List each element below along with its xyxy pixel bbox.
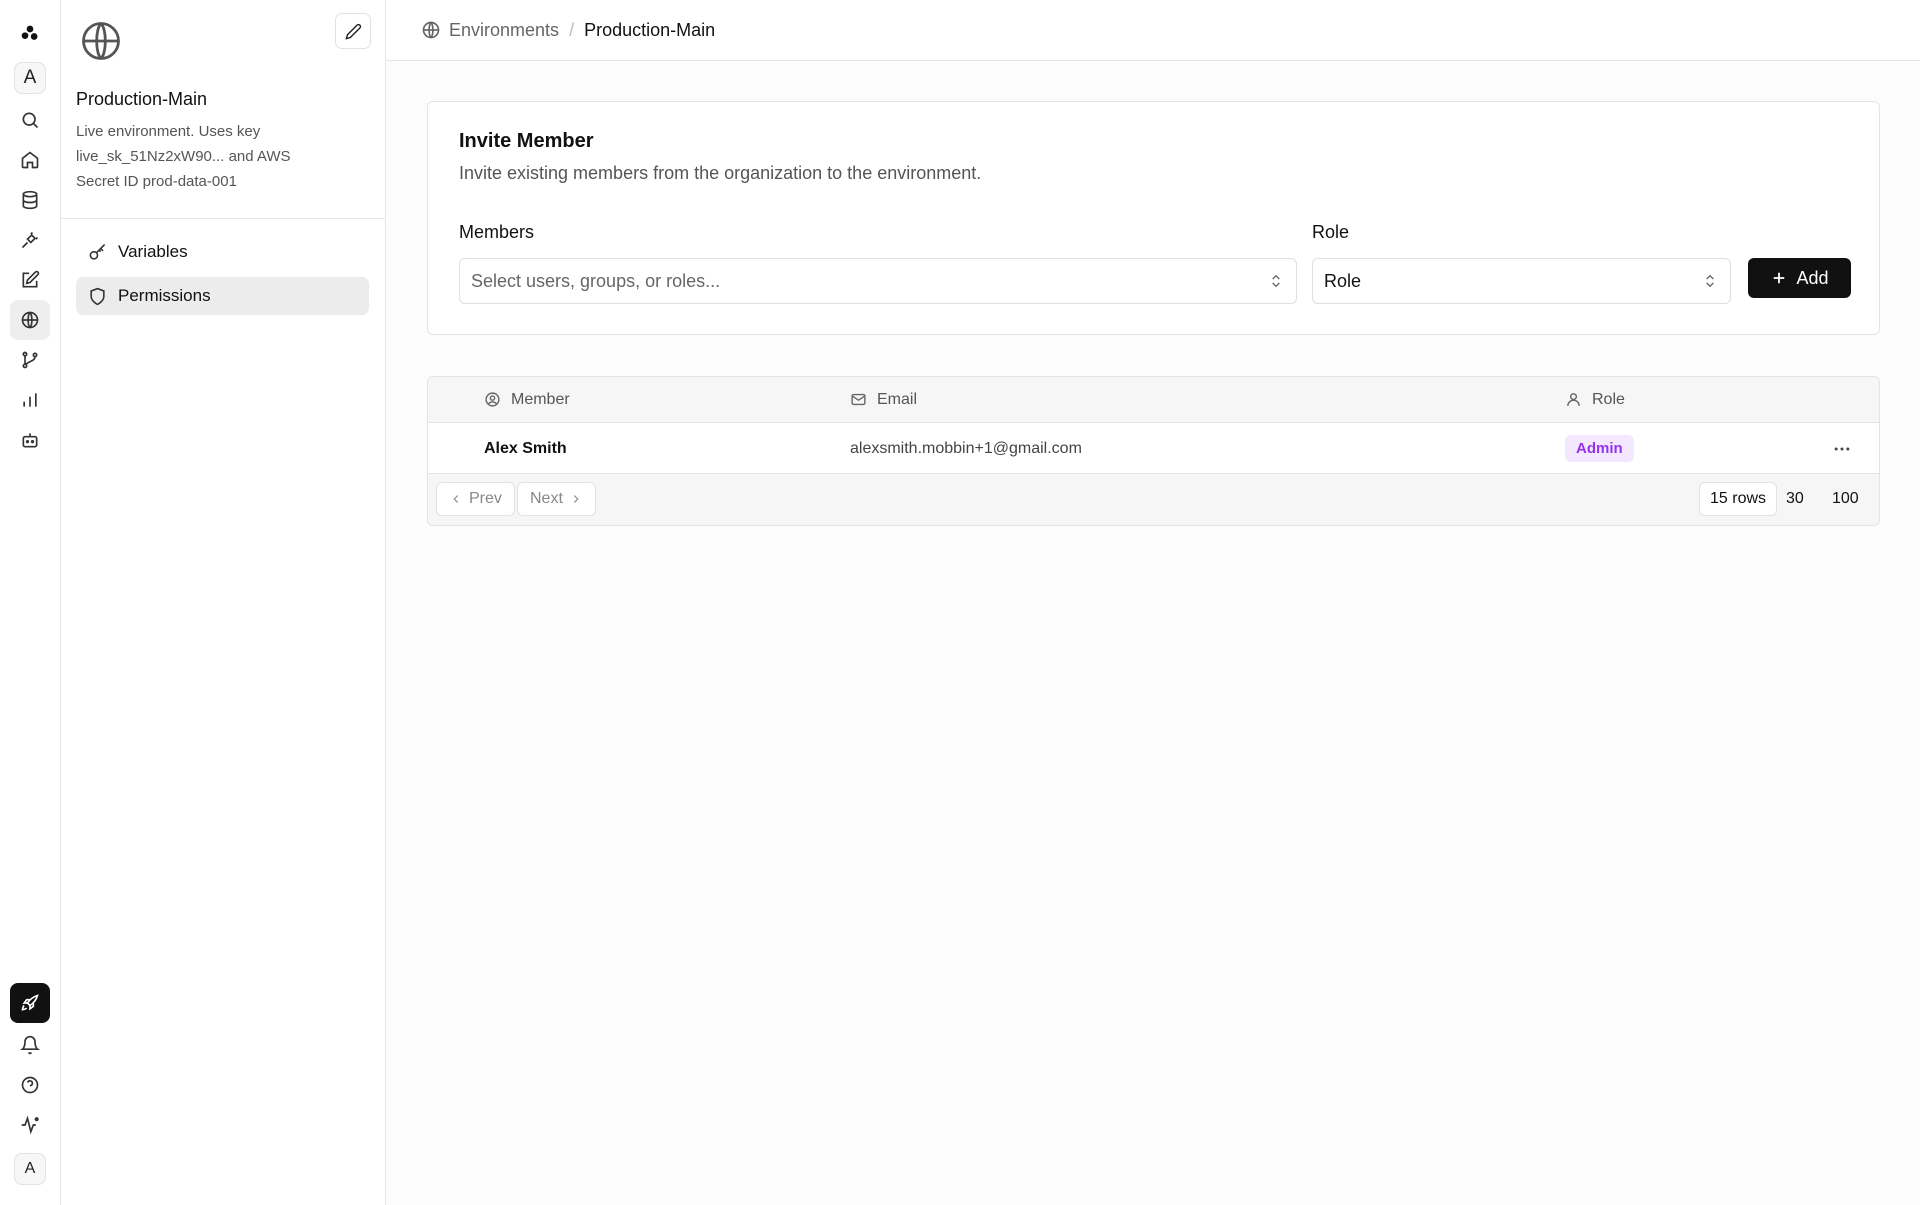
- chevron-up-down-icon: [1706, 274, 1714, 288]
- members-label: Members: [459, 222, 535, 242]
- bell-icon[interactable]: [10, 1025, 50, 1065]
- chevron-left-icon: [453, 495, 459, 503]
- table-pagination: Prev Next 15 rows 30 100: [428, 474, 1879, 525]
- nav-item-label: Variables: [118, 242, 188, 261]
- breadcrumb-separator: /: [569, 19, 575, 40]
- more-horizontal-icon: [1834, 447, 1850, 451]
- global-rail: A A: [0, 0, 61, 1205]
- invite-member-card: Invite Member Invite existing members fr…: [427, 101, 1880, 335]
- mail-icon: [851, 393, 866, 406]
- member-name: Alex Smith: [484, 439, 567, 457]
- column-label: Member: [511, 390, 570, 408]
- invite-subtitle: Invite existing members from the organiz…: [459, 163, 982, 183]
- environment-sidebar: Production-Main Live environment. Uses k…: [61, 0, 386, 1205]
- workspace-switcher[interactable]: A: [10, 58, 50, 98]
- rows-option-15[interactable]: 15 rows: [1699, 482, 1778, 516]
- user-circle-icon: [485, 392, 500, 407]
- globe-icon: [422, 21, 440, 39]
- bot-icon[interactable]: [10, 420, 50, 460]
- column-email[interactable]: Email: [850, 391, 917, 409]
- pencil-icon: [344, 23, 361, 40]
- add-button-label: Add: [1796, 267, 1829, 288]
- environment-description: Live environment. Uses key live_sk_51Nz2…: [76, 123, 291, 190]
- rocket-icon[interactable]: [10, 983, 50, 1023]
- environment-header: Production-Main Live environment. Uses k…: [61, 0, 385, 219]
- environment-nav: Variables Permissions: [61, 219, 385, 315]
- breadcrumb-current: Production-Main: [584, 19, 716, 40]
- role-label: Role: [1312, 222, 1350, 242]
- branch-icon[interactable]: [10, 340, 50, 380]
- plug-icon[interactable]: [10, 220, 50, 260]
- column-member[interactable]: Member: [484, 391, 570, 409]
- globe-icon[interactable]: [10, 300, 50, 340]
- database-icon[interactable]: [10, 180, 50, 220]
- logo-icon[interactable]: [10, 14, 50, 54]
- role-select-value: Role: [1324, 270, 1362, 291]
- edit-environment-button[interactable]: [335, 13, 371, 49]
- plus-icon: [1774, 272, 1785, 284]
- member-role-cell: Admin: [1565, 423, 1634, 474]
- column-label: Role: [1592, 390, 1625, 408]
- user-menu[interactable]: A: [10, 1149, 50, 1189]
- rows-option-100[interactable]: 100: [1822, 482, 1869, 516]
- rail-bottom: A: [10, 983, 50, 1189]
- row-actions-button[interactable]: [1829, 436, 1855, 462]
- shield-icon: [90, 287, 105, 305]
- breadcrumb: Environments / Production-Main: [386, 0, 1920, 61]
- column-label: Email: [877, 390, 918, 408]
- environment-globe-icon: [82, 22, 120, 60]
- environment-name: Production-Main: [76, 89, 208, 109]
- members-select[interactable]: Select users, groups, or roles...: [459, 258, 1297, 304]
- edit-icon[interactable]: [10, 260, 50, 300]
- prev-label: Prev: [469, 490, 502, 507]
- role-select[interactable]: Role: [1312, 258, 1731, 304]
- activity-icon[interactable]: [10, 1105, 50, 1145]
- members-placeholder: Select users, groups, or roles...: [471, 270, 721, 291]
- chart-icon[interactable]: [10, 380, 50, 420]
- nav-item-label: Permissions: [118, 286, 211, 305]
- next-label: Next: [530, 490, 563, 507]
- workspace-avatar: A: [14, 62, 46, 94]
- add-member-button[interactable]: Add: [1748, 258, 1851, 298]
- next-page-button[interactable]: Next: [517, 482, 596, 516]
- prev-page-button[interactable]: Prev: [436, 482, 515, 516]
- user-avatar: A: [14, 1153, 46, 1185]
- main-content: Environments / Production-Main Invite Me…: [386, 0, 1920, 1205]
- table-row[interactable]: Alex Smith alexsmith.mobbin+1@gmail.com …: [428, 423, 1879, 474]
- key-icon: [89, 243, 106, 260]
- breadcrumb-environments-link[interactable]: Environments: [449, 20, 559, 41]
- app: A A Production-Main Live environment. Us…: [0, 0, 1920, 1205]
- help-icon[interactable]: [10, 1065, 50, 1105]
- member-email: alexsmith.mobbin+1@gmail.com: [850, 439, 1082, 457]
- home-icon[interactable]: [10, 140, 50, 180]
- chevron-up-down-icon: [1272, 274, 1280, 288]
- nav-item-variables[interactable]: Variables: [76, 233, 369, 271]
- members-table: Member Email Role Alex Smith alexsmith.m…: [427, 376, 1880, 526]
- rows-option-30[interactable]: 30: [1776, 482, 1814, 516]
- search-icon[interactable]: [10, 100, 50, 140]
- rail-top: A: [10, 14, 50, 460]
- invite-title: Invite Member: [459, 130, 594, 152]
- role-badge: Admin: [1565, 435, 1634, 462]
- table-header: Member Email Role: [428, 377, 1879, 423]
- column-role[interactable]: Role: [1565, 391, 1625, 409]
- nav-item-permissions[interactable]: Permissions: [76, 277, 369, 315]
- user-icon: [1567, 393, 1580, 406]
- chevron-right-icon: [573, 495, 579, 503]
